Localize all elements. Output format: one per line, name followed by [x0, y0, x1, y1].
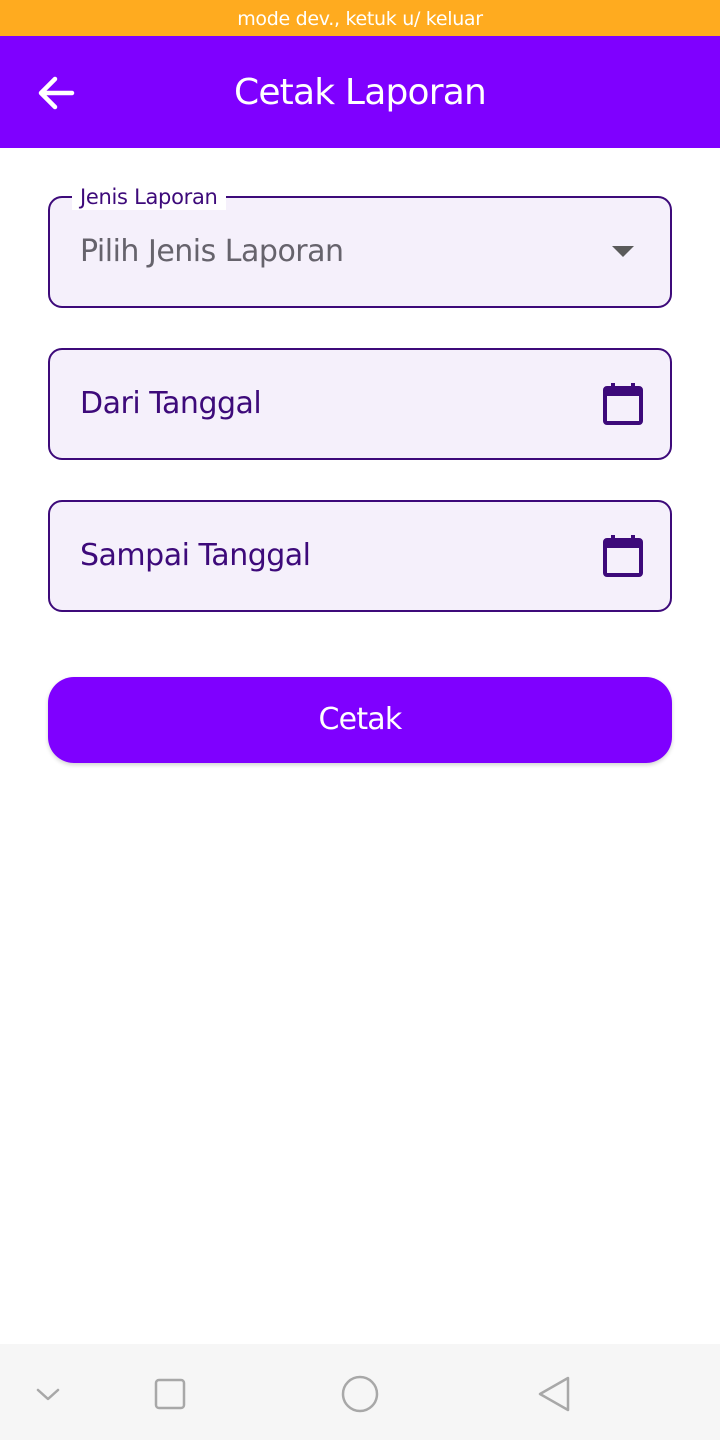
app-bar: Cetak Laporan [0, 36, 720, 148]
home-circle-icon[interactable] [338, 1372, 382, 1416]
back-triangle-icon[interactable] [532, 1372, 576, 1416]
start-date-label: Dari Tanggal [80, 386, 262, 421]
calendar-icon[interactable] [602, 382, 644, 426]
report-type-dropdown[interactable]: Jenis Laporan Pilih Jenis Laporan [48, 184, 672, 308]
end-date-field[interactable]: Sampai Tanggal [48, 500, 672, 612]
print-button[interactable]: Cetak [48, 677, 672, 763]
page-title: Cetak Laporan [233, 72, 487, 113]
calendar-icon[interactable] [602, 534, 644, 578]
dev-mode-banner[interactable]: mode dev., ketuk u/ keluar [0, 0, 720, 36]
system-nav-bar [0, 1344, 720, 1440]
end-date-label: Sampai Tanggal [80, 538, 311, 573]
dropdown-arrow-icon [612, 246, 634, 257]
start-date-field[interactable]: Dari Tanggal [48, 348, 672, 460]
collapse-chevron-icon[interactable] [26, 1372, 70, 1416]
recents-square-icon[interactable] [148, 1372, 192, 1416]
report-type-placeholder: Pilih Jenis Laporan [80, 234, 344, 269]
